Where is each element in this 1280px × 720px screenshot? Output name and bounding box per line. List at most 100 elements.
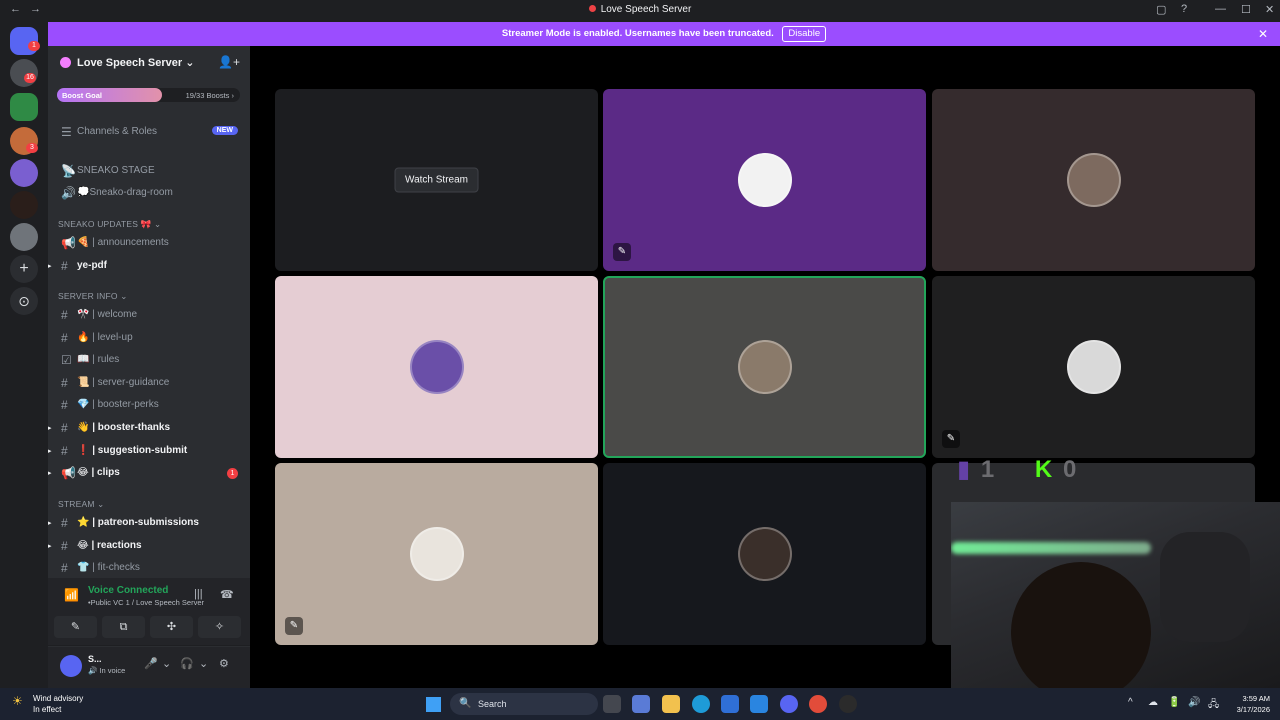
streamer-mode-banner: Streamer Mode is enabled. Usernames have…: [48, 22, 1280, 46]
taskbar-search[interactable]: 🔍 Search: [450, 693, 598, 715]
boost-goal-bar[interactable]: Boost Goal 19/33 Boosts ›: [57, 88, 240, 102]
kick-icon: K: [1034, 456, 1053, 483]
inbox-icon[interactable]: ▢: [1156, 3, 1166, 16]
channel-fit-checks[interactable]: # 👕 | fit-checks: [48, 558, 250, 578]
avatar[interactable]: [60, 655, 82, 677]
muted-icon: ✎: [285, 617, 303, 635]
banner-close-icon[interactable]: ✕: [1258, 22, 1268, 46]
server-badge-1: 16: [24, 73, 36, 83]
participant-tile[interactable]: [275, 276, 598, 458]
help-icon[interactable]: ?: [1181, 3, 1187, 15]
category-updates[interactable]: SNEAKO UPDATES 🎀 ⌄: [58, 219, 161, 230]
server-dot-icon: [588, 5, 596, 12]
settings-icon[interactable]: ⚙: [219, 657, 229, 670]
minimize-button[interactable]: —: [1215, 3, 1226, 15]
battery-icon[interactable]: 🔋: [1168, 697, 1180, 708]
channel-welcome[interactable]: # 🎌 | welcome: [48, 305, 250, 325]
window-title-wrap: Love Speech Server: [0, 4, 1280, 15]
file-explorer-icon[interactable]: [662, 695, 680, 713]
channel-reactions[interactable]: ▸ # 😂 | reactions: [48, 536, 250, 556]
watch-stream-button[interactable]: Watch Stream: [394, 167, 479, 193]
participant-tile[interactable]: ✎: [275, 463, 598, 645]
mic-chevron-icon[interactable]: ⌄: [162, 657, 171, 670]
edge-icon[interactable]: [692, 695, 710, 713]
hash-icon: #: [61, 516, 68, 530]
channel-label: 💭Sneako-drag-room: [77, 187, 173, 198]
store-icon[interactable]: [721, 695, 739, 713]
camera-button[interactable]: ✎: [54, 616, 97, 638]
channel-patreon-submissions[interactable]: ▸ # ⭐ | patreon-submissions: [48, 513, 250, 533]
clock[interactable]: 3:59 AM 3/17/2026: [1230, 693, 1270, 715]
voice-status[interactable]: Voice Connected: [88, 585, 168, 596]
tray-overflow-icon[interactable]: ^: [1128, 697, 1133, 708]
hash-icon: #: [61, 421, 68, 435]
participant-tile[interactable]: [932, 89, 1255, 271]
stream-tile[interactable]: Watch Stream: [275, 89, 598, 271]
task-view-icon[interactable]: [603, 695, 621, 713]
soundboard-button[interactable]: ✧: [198, 616, 241, 638]
disconnect-icon[interactable]: ☎: [220, 588, 234, 601]
obs-icon[interactable]: [839, 695, 857, 713]
category-stream[interactable]: STREAM ⌄: [58, 499, 105, 510]
invite-icon[interactable]: 👤+: [218, 55, 240, 69]
weather-icon[interactable]: ☀: [12, 694, 23, 708]
taskbar: ☀ Wind advisory In effect 🔍 Search ^ ☁ 🔋…: [0, 688, 1280, 720]
channel-announcements[interactable]: 📢 🍕 | announcements: [48, 233, 250, 253]
channel-label: ❗ | suggestion-submit: [77, 445, 188, 456]
channel-label: 👋 | booster-thanks: [77, 422, 171, 433]
discover-icon[interactable]: ⊙: [10, 287, 38, 315]
maximize-button[interactable]: ☐: [1241, 3, 1251, 16]
hash-icon: #: [61, 398, 68, 412]
close-window-button[interactable]: ✕: [1265, 3, 1274, 16]
hash-icon: #: [61, 376, 68, 390]
signal-icon[interactable]: 📶: [64, 588, 79, 602]
server-icon-5[interactable]: [10, 191, 38, 219]
channels-roles-item[interactable]: ☰ Channels & Roles NEW: [48, 122, 250, 142]
discord-taskbar-icon[interactable]: [780, 695, 798, 713]
channel-clips[interactable]: ▸ 📢 😂 | clips 1: [48, 463, 250, 483]
channel-drag-room[interactable]: 🔊 💭Sneako-drag-room: [48, 183, 250, 203]
headset-icon[interactable]: 🎧: [180, 657, 194, 670]
copilot-icon[interactable]: [632, 695, 650, 713]
channel-suggestion-submit[interactable]: ▸ # ❗ | suggestion-submit: [48, 441, 250, 461]
server-icon-4[interactable]: [10, 159, 38, 187]
twitch-count: 1: [980, 456, 995, 483]
weather-sub: In effect: [33, 705, 62, 714]
activities-button[interactable]: ✣: [150, 616, 193, 638]
channel-ye-pdf[interactable]: ▸ # ye-pdf: [48, 256, 250, 276]
participant-tile[interactable]: ✎: [603, 89, 926, 271]
onedrive-icon[interactable]: ☁: [1148, 697, 1158, 708]
chrome-icon[interactable]: [809, 695, 827, 713]
category-server-info[interactable]: SERVER INFO ⌄: [58, 291, 128, 302]
participant-avatar: [409, 340, 464, 394]
channel-level-up[interactable]: # 🔥 | level-up: [48, 328, 250, 348]
outlook-icon[interactable]: [750, 695, 768, 713]
server-icon-6[interactable]: [10, 223, 38, 251]
speaking-participant-tile[interactable]: [603, 276, 926, 458]
start-button-icon[interactable]: [426, 697, 441, 712]
disable-streamer-button[interactable]: Disable: [782, 26, 827, 42]
channel-sneako-stage[interactable]: 📡 SNEAKO STAGE: [48, 161, 250, 181]
channel-booster-thanks[interactable]: ▸ # 👋 | booster-thanks: [48, 418, 250, 438]
headset-chevron-icon[interactable]: ⌄: [199, 657, 208, 670]
hash-icon: #: [61, 539, 68, 553]
username[interactable]: S...: [88, 654, 102, 664]
volume-icon[interactable]: 🔊: [1188, 697, 1200, 708]
weather-widget[interactable]: Wind advisory In effect: [33, 693, 83, 715]
channel-label: SNEAKO STAGE: [77, 165, 155, 176]
channel-server-guidance[interactable]: # 📜 | server-guidance: [48, 373, 250, 393]
network-icon[interactable]: 🖧: [1208, 697, 1219, 714]
screenshare-button[interactable]: ⧉: [102, 616, 145, 638]
server-icon-2[interactable]: [10, 93, 38, 121]
add-server-icon[interactable]: +: [10, 255, 38, 283]
channel-rules[interactable]: ☑ 📖 | rules: [48, 350, 250, 370]
server-header[interactable]: Love Speech Server ⌄ 👤+: [48, 46, 250, 80]
mic-icon[interactable]: 🎤: [144, 657, 158, 670]
channel-label: 📖 | rules: [77, 354, 120, 365]
announce-icon: 📢: [61, 466, 76, 480]
participant-tile[interactable]: ✎: [932, 276, 1255, 458]
voice-channel-path[interactable]: •Public VC 1 / Love Speech Server: [88, 598, 204, 607]
participant-tile[interactable]: [603, 463, 926, 645]
channel-booster-perks[interactable]: # 💎 | booster-perks: [48, 395, 250, 415]
noise-suppression-icon[interactable]: |||: [194, 588, 203, 600]
